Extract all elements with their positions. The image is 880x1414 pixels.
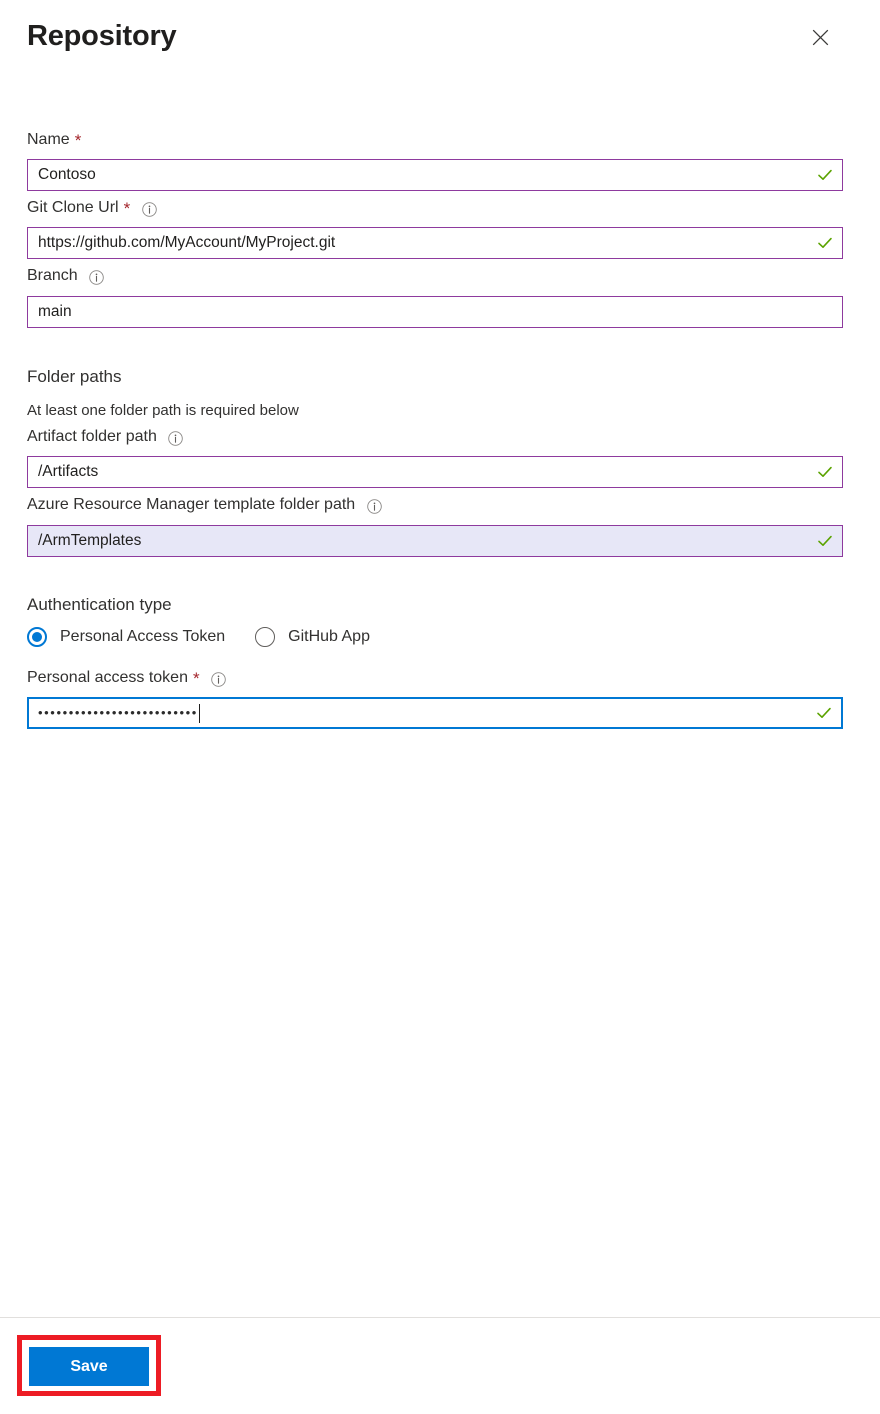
folder-paths-heading: Folder paths xyxy=(27,367,122,386)
valid-check-icon xyxy=(812,228,838,258)
info-icon[interactable] xyxy=(89,269,105,285)
personal-access-token-masked-wrap[interactable]: •••••••••••••••••••••••••• xyxy=(29,703,811,723)
required-indicator: * xyxy=(74,131,82,150)
save-button[interactable]: Save xyxy=(29,1347,149,1386)
arm-template-folder-path-value[interactable] xyxy=(28,531,812,551)
radio-personal-access-token[interactable]: Personal Access Token xyxy=(27,626,225,648)
page-title: Repository xyxy=(27,20,177,52)
authentication-type-radio-group: Personal Access Token GitHub App xyxy=(27,624,400,650)
radio-github-app[interactable]: GitHub App xyxy=(255,626,370,648)
personal-access-token-value: •••••••••••••••••••••••••• xyxy=(38,705,198,720)
artifact-folder-path-input[interactable] xyxy=(27,456,843,488)
required-indicator: * xyxy=(123,199,131,218)
branch-input-value[interactable] xyxy=(28,302,842,322)
valid-check-icon xyxy=(811,698,837,728)
label-arm-template-folder-path: Azure Resource Manager template folder p… xyxy=(27,494,382,516)
label-git-clone-url: Git Clone Url * xyxy=(27,197,157,219)
radio-selected-icon xyxy=(27,627,47,647)
label-branch: Branch xyxy=(27,265,105,287)
personal-access-token-input[interactable]: •••••••••••••••••••••••••• xyxy=(27,697,843,729)
blade-header: Repository xyxy=(0,0,880,90)
label-personal-access-token: Personal access token * xyxy=(27,667,227,689)
branch-input[interactable] xyxy=(27,296,843,328)
info-icon[interactable] xyxy=(211,671,227,687)
valid-check-icon xyxy=(812,160,838,190)
close-button[interactable] xyxy=(803,20,837,54)
name-input[interactable] xyxy=(27,159,843,191)
name-input-value[interactable] xyxy=(28,165,812,185)
info-icon[interactable] xyxy=(366,498,382,514)
text-caret xyxy=(198,703,200,723)
info-icon[interactable] xyxy=(141,201,157,217)
required-indicator: * xyxy=(192,669,200,688)
valid-check-icon xyxy=(812,526,838,556)
artifact-folder-path-value[interactable] xyxy=(28,462,812,482)
arm-template-folder-path-input[interactable] xyxy=(27,525,843,557)
radio-unselected-icon xyxy=(255,627,276,647)
close-icon xyxy=(812,29,829,46)
folder-paths-note: At least one folder path is required bel… xyxy=(27,402,299,419)
git-clone-url-input[interactable] xyxy=(27,227,843,259)
label-name: Name * xyxy=(27,131,82,150)
info-icon[interactable] xyxy=(168,430,184,446)
footer-divider xyxy=(0,1317,880,1318)
label-artifact-folder-path: Artifact folder path xyxy=(27,426,184,448)
valid-check-icon xyxy=(812,457,838,487)
authentication-type-heading: Authentication type xyxy=(27,595,172,614)
git-clone-url-value[interactable] xyxy=(28,233,812,253)
